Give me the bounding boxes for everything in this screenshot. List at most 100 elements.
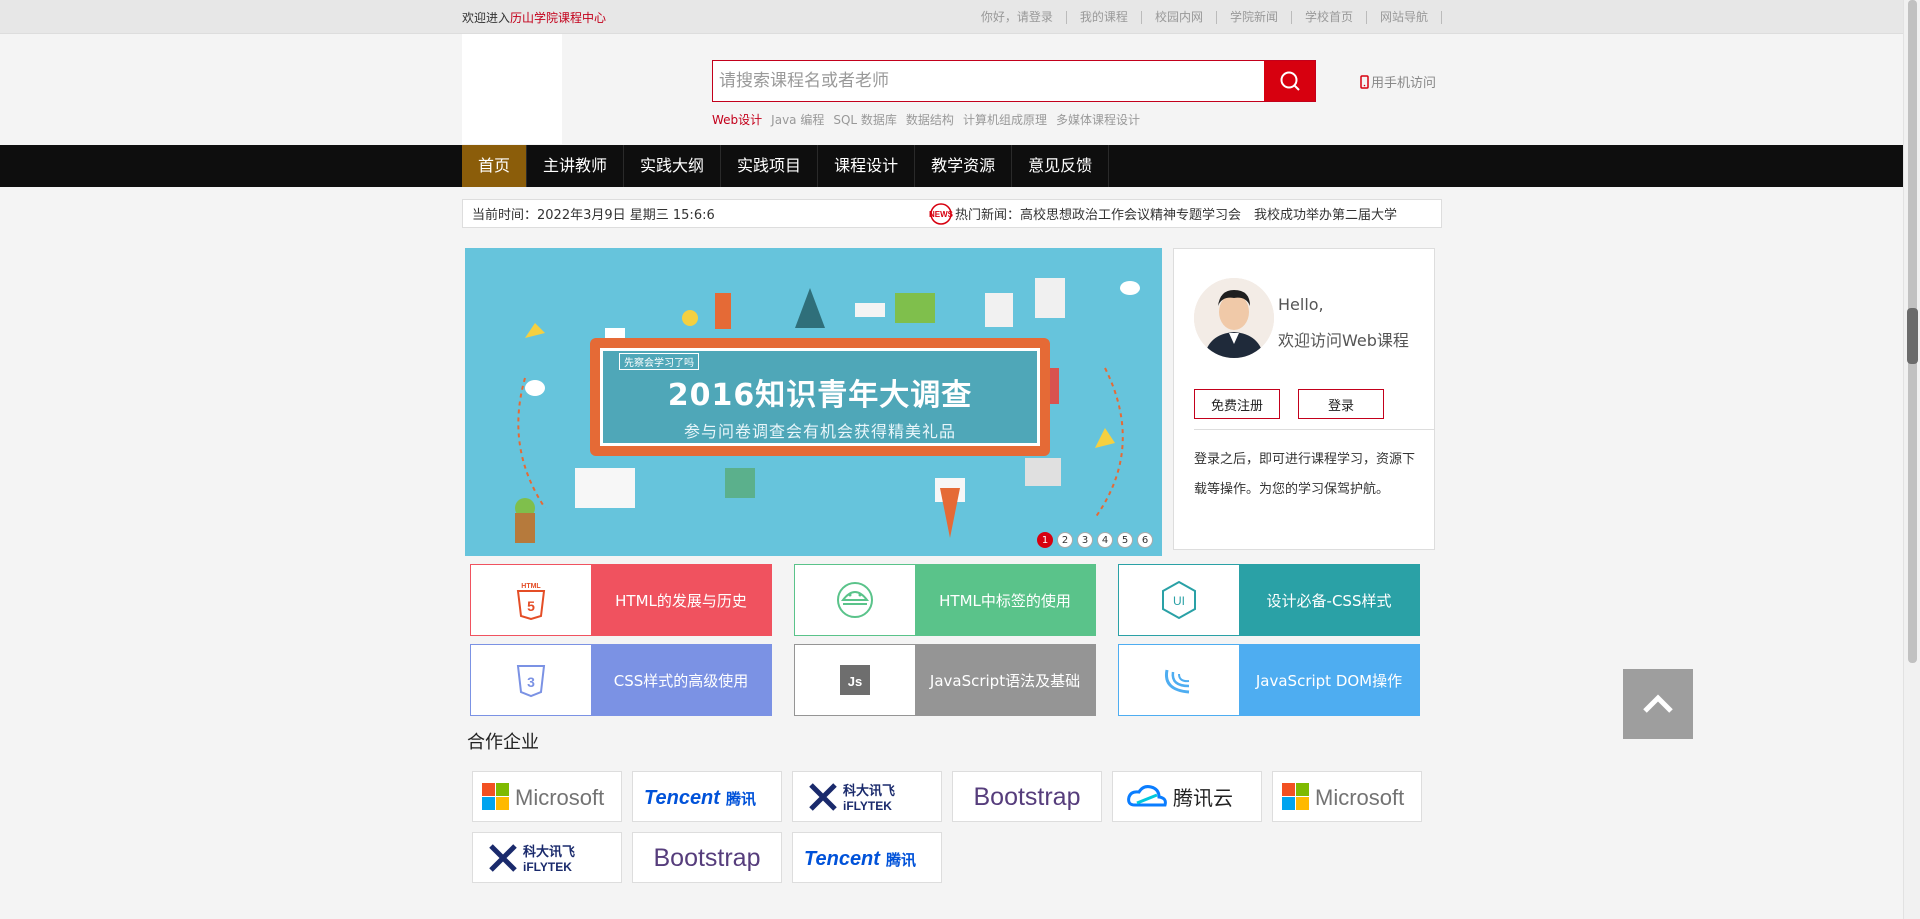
carousel-dot[interactable]: 4	[1097, 532, 1113, 548]
hot-tag[interactable]: Web设计	[712, 111, 762, 128]
svg-text:Tencent: Tencent	[644, 787, 721, 809]
svg-text:Microsoft: Microsoft	[1315, 785, 1404, 810]
svg-text:Tencent: Tencent	[804, 848, 881, 870]
android-icon	[795, 565, 915, 635]
svg-text:Microsoft: Microsoft	[515, 785, 604, 810]
microsoft-logo[interactable]: Microsoft	[472, 771, 622, 822]
login-card: Hello, 欢迎访问Web课程 免费注册 登录 登录之后，即可进行课程学习，资…	[1173, 248, 1435, 550]
banner-subtitle: 参与问卷调查会有机会获得精美礼品	[683, 421, 956, 441]
carousel-dot[interactable]: 6	[1137, 532, 1153, 548]
main-nav: 首页 主讲教师 实践大纲 实践项目 课程设计 教学资源 意见反馈	[0, 145, 1920, 187]
welcome-course-text: 欢迎访问Web课程	[1278, 331, 1409, 350]
news-text-link[interactable]: 热门新闻：高校思想政治工作会议精神专题学习会 我校成功举办第二届大学	[955, 204, 1397, 223]
my-courses-link[interactable]: 我的课程	[1067, 10, 1142, 24]
bootstrap-logo[interactable]: Bootstrap	[952, 771, 1102, 822]
jquery-icon	[1119, 645, 1239, 715]
course-label: JavaScript语法及基础	[915, 645, 1095, 715]
hot-tag[interactable]: 计算机组成原理	[963, 111, 1047, 128]
login-link[interactable]: 你好，请登录	[981, 10, 1067, 24]
carousel-dot[interactable]: 5	[1117, 532, 1133, 548]
top-links: 你好，请登录 我的课程 校园内网 学院新闻 学校首页 网站导航	[981, 10, 1442, 24]
svg-text:Js: Js	[848, 674, 862, 689]
logo[interactable]	[462, 34, 562, 144]
scrollbar[interactable]	[1903, 0, 1920, 919]
carousel-dot[interactable]: 1	[1037, 532, 1053, 548]
nav-item-home[interactable]: 首页	[462, 145, 528, 187]
carousel-dot[interactable]: 2	[1057, 532, 1073, 548]
svg-text:腾讯云: 腾讯云	[1173, 786, 1233, 810]
search-input[interactable]: 请搜索课程名或者老师	[713, 61, 1264, 101]
svg-text:科大讯飞: 科大讯飞	[523, 844, 575, 860]
svg-text:腾讯: 腾讯	[885, 851, 916, 869]
nav-item-teachers[interactable]: 主讲教师	[527, 145, 625, 187]
banner-title: 2016知识青年大调查	[667, 377, 973, 413]
search-button[interactable]	[1264, 61, 1315, 101]
back-to-top-button[interactable]	[1623, 669, 1693, 739]
svg-text:科大讯飞: 科大讯飞	[843, 783, 895, 799]
school-home-link[interactable]: 学校首页	[1292, 10, 1367, 24]
info-bar: 当前时间：2022年3月9日 星期三 15:6:6 NEWS 热门新闻：高校思想…	[462, 199, 1442, 228]
login-description: 登录之后，即可进行课程学习，资源下载等操作。为您的学习保驾护航。	[1194, 452, 1416, 497]
tencent-logo[interactable]: Tencent 腾讯	[632, 771, 782, 822]
welcome-prefix: 欢迎进入	[462, 10, 511, 25]
banner-tag: 先察会学习了吗	[619, 352, 699, 370]
course-tile[interactable]: Js JavaScript语法及基础	[794, 644, 1096, 716]
nav-item-syllabus[interactable]: 实践大纲	[624, 145, 722, 187]
header: 请搜索课程名或者老师 Web设计 Java 编程 SQL 数据库 数据结构 计算…	[0, 34, 1920, 145]
top-bar: 欢迎进入历山学院课程中心 你好，请登录 我的课程 校园内网 学院新闻 学校首页 …	[0, 0, 1920, 34]
course-tile[interactable]: HTML 5 HTML的发展与历史	[470, 564, 772, 636]
banner-carousel[interactable]: 先察会学习了吗 2016知识青年大调查 参与问卷调查会有机会获得精美礼品 1 2…	[465, 248, 1162, 556]
svg-text:Bootstrap: Bootstrap	[653, 844, 760, 872]
tencent-cloud-logo[interactable]: 腾讯云	[1112, 771, 1262, 822]
course-label: HTML的发展与历史	[591, 565, 771, 635]
nav-item-projects[interactable]: 实践项目	[721, 145, 819, 187]
hot-tag[interactable]: 多媒体课程设计	[1056, 111, 1140, 128]
partners-list: Microsoft Tencent 腾讯 科大讯飞 iFLYTEK Bootstra…	[462, 771, 1452, 883]
html5-icon: HTML 5	[471, 565, 591, 635]
iflytek-logo[interactable]: 科大讯飞 iFLYTEK	[472, 832, 622, 883]
css3-icon: 3	[471, 645, 591, 715]
college-news-link[interactable]: 学院新闻	[1217, 10, 1292, 24]
mobile-access-link[interactable]: 用手机访问	[1360, 72, 1436, 91]
iflytek-logo[interactable]: 科大讯飞 iFLYTEK	[792, 771, 942, 822]
svg-text:iFLYTEK: iFLYTEK	[843, 799, 892, 813]
carousel-dots: 1 2 3 4 5 6	[1037, 532, 1153, 548]
course-tile[interactable]: HTML中标签的使用	[794, 564, 1096, 636]
login-button[interactable]: 登录	[1298, 389, 1384, 419]
bootstrap-logo[interactable]: Bootstrap	[632, 832, 782, 883]
chevron-up-icon	[1643, 694, 1673, 713]
microsoft-logo[interactable]: Microsoft	[1272, 771, 1422, 822]
hot-tags: Web设计 Java 编程 SQL 数据库 数据结构 计算机组成原理 多媒体课程…	[712, 111, 1140, 128]
carousel-dot[interactable]: 3	[1077, 532, 1093, 548]
avatar	[1194, 278, 1274, 358]
site-nav-link[interactable]: 网站导航	[1367, 10, 1442, 24]
news-ticker: NEWS 热门新闻：高校思想政治工作会议精神专题学习会 我校成功举办第二届大学	[927, 202, 1432, 225]
course-tile[interactable]: JavaScript DOM操作	[1118, 644, 1420, 716]
svg-text:3: 3	[527, 674, 535, 690]
course-label: JavaScript DOM操作	[1239, 645, 1419, 715]
campus-intranet-link[interactable]: 校园内网	[1142, 10, 1217, 24]
hot-tag[interactable]: Java 编程	[771, 111, 824, 128]
mobile-access-label: 用手机访问	[1371, 76, 1437, 91]
nav-item-feedback[interactable]: 意见反馈	[1012, 145, 1110, 187]
svg-text:UI: UI	[1173, 594, 1185, 608]
nav-item-resources[interactable]: 教学资源	[915, 145, 1013, 187]
course-tile[interactable]: 3 CSS样式的高级使用	[470, 644, 772, 716]
svg-text:iFLYTEK: iFLYTEK	[523, 860, 572, 874]
course-tile[interactable]: UI 设计必备-CSS样式	[1118, 564, 1420, 636]
scrollbar-marker	[1907, 308, 1918, 364]
svg-text:5: 5	[527, 598, 535, 614]
news-badge-text: NEWS	[929, 210, 954, 219]
search-box: 请搜索课程名或者老师	[712, 60, 1316, 102]
svg-text:Bootstrap: Bootstrap	[973, 783, 1080, 811]
hot-tag[interactable]: SQL 数据库	[833, 111, 897, 128]
news-icon: NEWS	[927, 202, 955, 225]
site-name-link[interactable]: 历山学院课程中心	[510, 11, 606, 25]
divider	[1194, 429, 1434, 430]
search-icon	[1280, 71, 1300, 91]
tencent-logo[interactable]: Tencent 腾讯	[792, 832, 942, 883]
register-button[interactable]: 免费注册	[1194, 389, 1280, 419]
hot-tag[interactable]: 数据结构	[906, 111, 954, 128]
nav-item-course-design[interactable]: 课程设计	[818, 145, 916, 187]
hello-text: Hello,	[1278, 295, 1324, 314]
